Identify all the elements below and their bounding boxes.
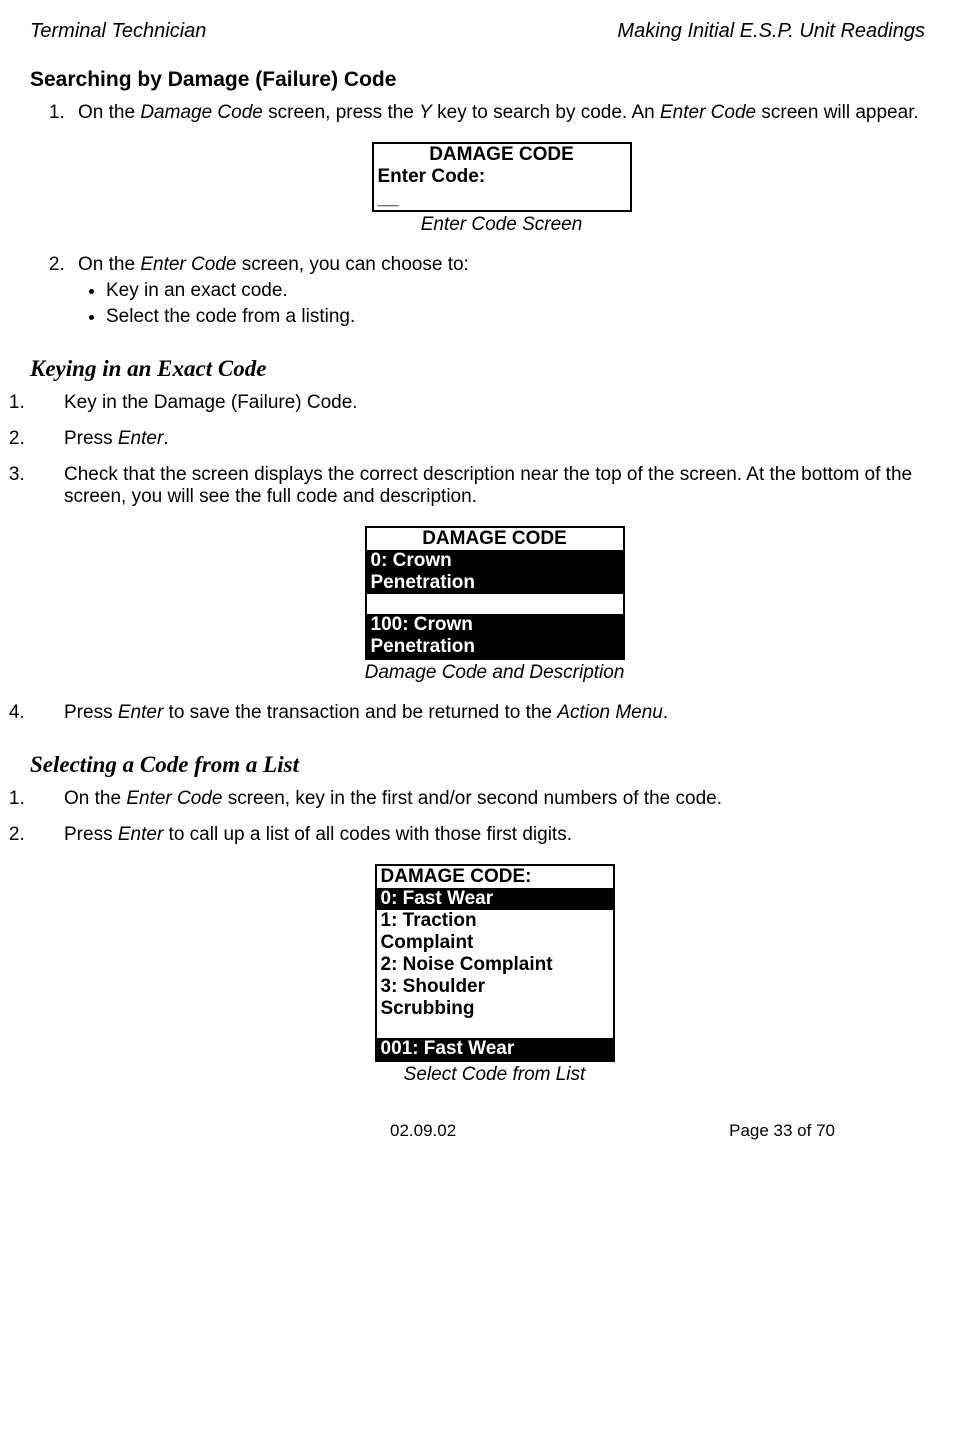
header-left: Terminal Technician [30, 20, 206, 43]
exact-step-1: Key in the Damage (Failure) Code. [30, 392, 925, 414]
step-2-bullets: Key in an exact code. Select the code fr… [106, 280, 925, 328]
footer-page: Page 33 of 70 [729, 1121, 835, 1141]
exact-step-3: Check that the screen displays the corre… [30, 464, 925, 684]
exact-step-2: Press Enter. [30, 428, 925, 450]
subsection-title-exact: Keying in an Exact Code [30, 356, 925, 382]
step-2: On the Enter Code screen, you can choose… [70, 254, 925, 328]
exact-step-4: Press Enter to save the transaction and … [30, 702, 925, 724]
subsection-title-list: Selecting a Code from a List [30, 752, 925, 778]
list-step-1: On the Enter Code screen, key in the fir… [30, 788, 925, 810]
figure-caption: Enter Code Screen [372, 214, 632, 236]
select-code-box: DAMAGE CODE: 0: Fast Wear 1: Traction Co… [375, 864, 615, 1062]
footer-date: 02.09.02 [390, 1121, 456, 1141]
damage-code-desc-box: DAMAGE CODE 0: Crown Penetration 100: Cr… [365, 526, 625, 660]
figure-caption: Damage Code and Description [365, 662, 625, 684]
main-steps: On the Damage Code screen, press the Y k… [70, 102, 925, 328]
header-right: Making Initial E.S.P. Unit Readings [617, 20, 925, 43]
enter-code-screen-figure: DAMAGE CODE Enter Code: __ Enter Code Sc… [372, 142, 632, 236]
figure-caption: Select Code from List [375, 1064, 615, 1086]
step-1: On the Damage Code screen, press the Y k… [70, 102, 925, 236]
enter-code-box: DAMAGE CODE Enter Code: __ [372, 142, 632, 212]
list-step-2: Press Enter to call up a list of all cod… [30, 824, 925, 1086]
page-header: Terminal Technician Making Initial E.S.P… [30, 20, 925, 43]
section-title: Searching by Damage (Failure) Code [30, 68, 925, 92]
select-code-figure: DAMAGE CODE: 0: Fast Wear 1: Traction Co… [375, 864, 615, 1086]
list-code-steps: On the Enter Code screen, key in the fir… [30, 788, 925, 1086]
page-footer: 02.09.02 Page 33 of 70 [30, 1121, 925, 1141]
exact-code-steps: Key in the Damage (Failure) Code. Press … [30, 392, 925, 724]
damage-code-desc-figure: DAMAGE CODE 0: Crown Penetration 100: Cr… [365, 526, 625, 684]
